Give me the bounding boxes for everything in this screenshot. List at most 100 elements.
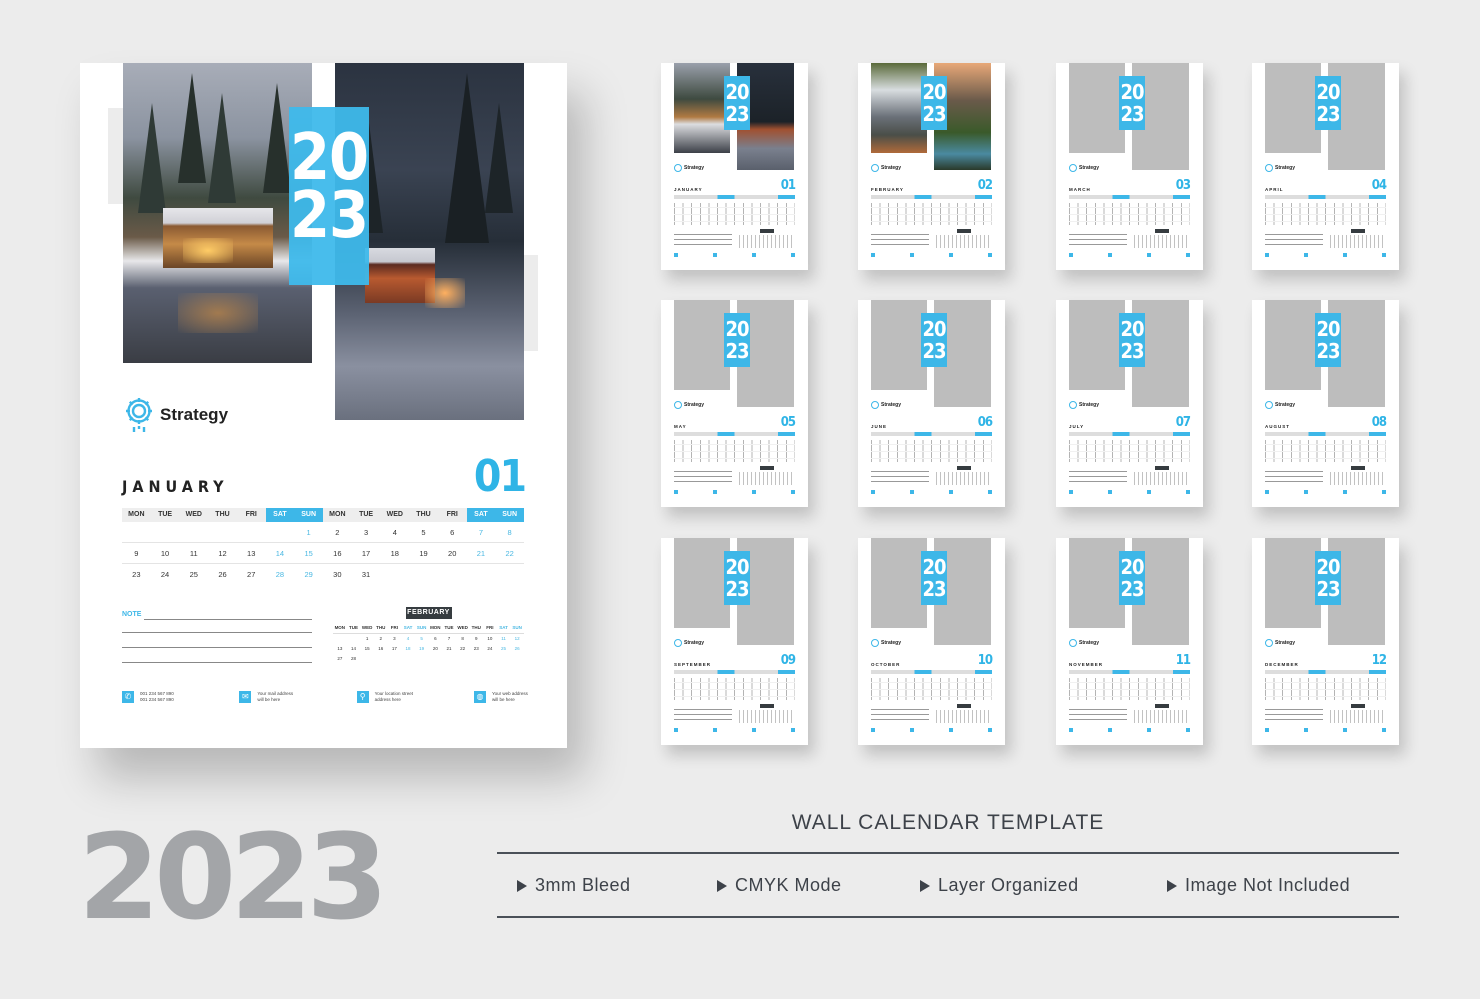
month-number: 03 [1175, 178, 1191, 193]
mini-day-cell: 13 [337, 646, 343, 651]
photo-placeholder [674, 538, 730, 628]
month-number: 12 [1371, 653, 1387, 668]
thumbnail-june[interactable]: 20 23 Strategy JUNE 06 [858, 300, 1005, 507]
mini-day-cell: 17 [391, 646, 397, 651]
note-lines [871, 230, 929, 248]
mini-day-cell [483, 654, 497, 664]
feature-label: Image Not Included [1185, 875, 1351, 895]
mini-day-cell [510, 654, 524, 664]
thumbnail-february[interactable]: 20 23 Strategy FEBRUARY 02 [858, 63, 1005, 270]
year-top-text: 20 [922, 317, 946, 341]
brand: Strategy [674, 639, 704, 647]
contact-icon [1186, 490, 1190, 494]
contact-line: address here [374, 697, 401, 702]
contact-icon [1069, 490, 1073, 494]
weekday-header-row [674, 432, 795, 436]
mini-month-label [957, 466, 971, 470]
month-number: 10 [977, 653, 993, 668]
bullet-triangle-icon [717, 879, 727, 892]
mini-day-cell [401, 654, 415, 664]
contact-text: Your web address will be here [492, 691, 542, 703]
mini-weekday-label: SAT [401, 623, 415, 634]
mini-days [1330, 710, 1386, 723]
feature-label: Layer Organized [938, 875, 1079, 895]
contact-icon [871, 490, 875, 494]
contact-icon [1108, 490, 1112, 494]
day-cell: 10 [160, 549, 170, 558]
contact-icons [1265, 728, 1386, 733]
contact-line: 001 234 567 890 [140, 697, 174, 702]
thumbnail-july[interactable]: 20 23 Strategy JULY 07 [1056, 300, 1203, 507]
mini-calendar [739, 704, 795, 724]
mini-calendar [936, 704, 992, 724]
year-top-text: 20 [1120, 317, 1144, 341]
brand-name: Strategy [1079, 402, 1100, 408]
mini-days [936, 472, 992, 485]
mini-day-cell: 25 [501, 646, 507, 651]
year-badge: 20 23 [724, 313, 750, 367]
day-cell: 13 [247, 549, 256, 558]
brand-name: Strategy [1275, 640, 1296, 646]
contact-icon [988, 490, 992, 494]
mini-calendar [936, 466, 992, 486]
mini-weekday-label: FRI [387, 623, 402, 634]
day-cell: 18 [390, 549, 399, 558]
contact-icon [949, 728, 953, 732]
day-cell: 23 [132, 570, 141, 579]
contact-icon [1343, 253, 1347, 257]
day-cell [122, 522, 151, 543]
logo-icon [1265, 639, 1273, 647]
mini-weekday-label: THU [373, 623, 388, 634]
mini-day-cell: 19 [419, 646, 425, 651]
calendar-days [871, 203, 992, 225]
thumbnail-january[interactable]: 20 23 Strategy JANUARY 01 [661, 63, 808, 270]
month-number: 09 [780, 653, 796, 668]
note-lines [1265, 467, 1323, 485]
year-bottom-text: 23 [922, 577, 946, 601]
mini-day-cell: 12 [514, 636, 520, 641]
thumbnail-august[interactable]: 20 23 Strategy AUGUST 08 [1252, 300, 1399, 507]
thumbnail-october[interactable]: 20 23 Strategy OCTOBER 10 [858, 538, 1005, 745]
mini-calendar [1330, 466, 1386, 486]
year-bottom-text: 23 [1120, 102, 1144, 126]
mini-calendar-grid: MON TUE WED THU FRI SAT SUN MON TUE WED THU FRI SAT S… [333, 623, 524, 664]
month-title: NOVEMBER [1069, 662, 1104, 667]
mini-calendar [936, 229, 992, 249]
thumbnail-april[interactable]: 20 23 Strategy APRIL 04 [1252, 63, 1399, 270]
contact-icon [1265, 253, 1269, 257]
contact-icons [1265, 490, 1386, 495]
day-cell [438, 564, 467, 585]
thumbnail-december[interactable]: 20 23 Strategy DECEMBER 12 [1252, 538, 1399, 745]
thumbnail-march[interactable]: 20 23 Strategy MARCH 03 [1056, 63, 1203, 270]
calendar-days [674, 203, 795, 225]
brand-name: Strategy [1079, 165, 1100, 171]
day-cell: 7 [478, 528, 483, 537]
year-badge: 20 23 [1315, 551, 1341, 605]
thumbnail-may[interactable]: 20 23 Strategy MAY 05 [661, 300, 808, 507]
mini-day-cell: 22 [460, 646, 466, 651]
day-cell: 16 [333, 549, 342, 558]
brand-name: Strategy [684, 165, 705, 171]
contact-icons [871, 490, 992, 495]
contact-icon [1304, 728, 1308, 732]
note-line [122, 662, 312, 663]
contact-icon [910, 490, 914, 494]
globe-icon: ◍ [473, 691, 486, 703]
day-cell: 8 [507, 528, 512, 537]
mini-day-cell: 6 [434, 636, 437, 641]
mini-day-cell: 28 [350, 656, 356, 661]
day-cell: 27 [247, 570, 256, 579]
day-cell: 14 [275, 549, 285, 558]
contact-line: will be here [491, 697, 515, 702]
year-badge: 20 23 [921, 313, 947, 367]
thumbnail-september[interactable]: 20 23 Strategy SEPTEMBER 09 [661, 538, 808, 745]
mini-month-label [1155, 229, 1169, 233]
mini-weekday-label: SUN [510, 623, 524, 634]
week-row: 23 24 25 26 27 28 29 30 31 [122, 564, 524, 585]
mini-day-cell: 1 [365, 636, 369, 641]
thumbnail-november[interactable]: 20 23 Strategy NOVEMBER 11 [1056, 538, 1203, 745]
brand: Strategy [1069, 164, 1099, 172]
contact-icon [910, 728, 914, 732]
mini-day-cell: 20 [432, 646, 438, 651]
note-label: NOTE [122, 611, 142, 618]
